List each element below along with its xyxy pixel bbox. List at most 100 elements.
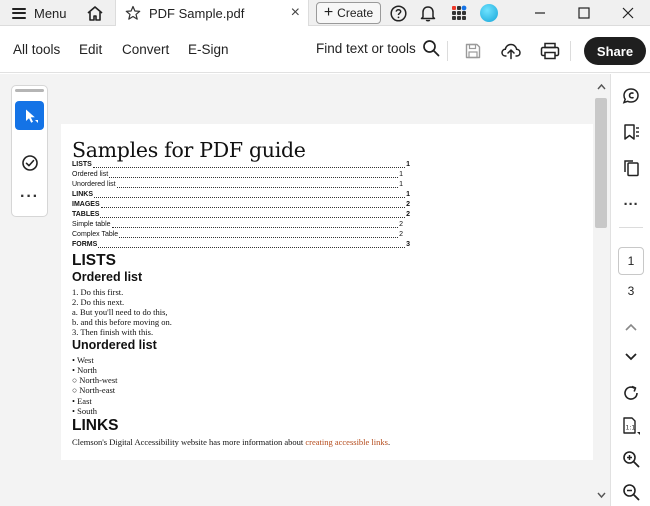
unordered-list-heading: Unordered list bbox=[72, 338, 157, 352]
toc-page: 1 bbox=[406, 191, 410, 198]
list-item: 2. Do this next. bbox=[72, 297, 125, 307]
toc-label: Complex Table bbox=[72, 231, 119, 238]
find-text-search[interactable]: Find text or tools bbox=[316, 39, 440, 57]
rotate-button[interactable] bbox=[620, 382, 642, 404]
rotate-icon bbox=[624, 385, 638, 400]
list-item: a. But you'll need to do this, bbox=[72, 307, 168, 317]
toc-page: 1 bbox=[399, 171, 403, 178]
more-options-button[interactable]: ··· bbox=[620, 193, 642, 215]
upload-cloud-button[interactable] bbox=[500, 40, 522, 62]
lists-heading: LISTS bbox=[72, 252, 116, 269]
toc-page: 2 bbox=[406, 211, 410, 218]
bell-icon bbox=[420, 6, 436, 22]
select-tool-button[interactable] bbox=[15, 101, 44, 130]
list-item: • West bbox=[72, 355, 94, 365]
toc-entry[interactable]: TABLES 2 bbox=[72, 210, 410, 219]
maximize-button[interactable] bbox=[564, 0, 604, 26]
apps-button[interactable] bbox=[450, 0, 468, 26]
vertical-scrollbar[interactable] bbox=[593, 74, 609, 506]
toc-entry[interactable]: LINKS 1 bbox=[72, 190, 410, 199]
rail-divider bbox=[619, 227, 643, 228]
toc-entry[interactable]: Unordered list 1 bbox=[72, 180, 403, 189]
toc-entry[interactable]: LISTS 1 bbox=[72, 160, 410, 169]
search-icon bbox=[422, 40, 440, 57]
toc-leader bbox=[100, 217, 406, 218]
toc-label: Ordered list bbox=[72, 171, 109, 178]
scroll-down-arrow-icon[interactable] bbox=[597, 492, 606, 499]
toc-page: 2 bbox=[399, 221, 403, 228]
esign-link[interactable]: E-Sign bbox=[188, 42, 229, 57]
avatar bbox=[480, 4, 498, 22]
comment-button[interactable] bbox=[620, 85, 642, 107]
print-button[interactable] bbox=[539, 40, 561, 62]
chevron-up-icon bbox=[625, 323, 637, 331]
scroll-up-arrow-icon[interactable] bbox=[597, 83, 606, 90]
toc-label: IMAGES bbox=[72, 201, 100, 208]
toc-label: Unordered list bbox=[72, 181, 116, 188]
toc-leader bbox=[111, 227, 399, 228]
toc-label: LISTS bbox=[72, 161, 92, 168]
toc-entry[interactable]: Simple table 2 bbox=[72, 220, 403, 229]
toc-leader bbox=[94, 197, 406, 198]
list-item: b. and this before moving on. bbox=[72, 317, 172, 327]
apps-icon bbox=[452, 5, 467, 20]
toolbar-divider bbox=[570, 41, 571, 61]
all-tools-link[interactable]: All tools bbox=[13, 42, 60, 57]
convert-link[interactable]: Convert bbox=[122, 42, 169, 57]
previous-page-button[interactable] bbox=[620, 316, 642, 338]
home-button[interactable] bbox=[84, 0, 106, 26]
organize-pages-button[interactable] bbox=[620, 157, 642, 179]
minimize-button[interactable] bbox=[520, 0, 560, 26]
close-icon bbox=[622, 7, 634, 19]
list-item: • South bbox=[72, 406, 97, 416]
hamburger-icon bbox=[12, 7, 26, 19]
checkmark-icon bbox=[21, 154, 38, 171]
toc-leader bbox=[100, 207, 406, 208]
fit-page-icon: 1:1 bbox=[623, 417, 640, 435]
fill-sign-button[interactable] bbox=[15, 148, 44, 177]
accessible-links-link[interactable]: creating accessible links bbox=[305, 437, 388, 447]
create-label: Create bbox=[337, 6, 374, 20]
toc-entry[interactable]: IMAGES 2 bbox=[72, 200, 410, 209]
toc-label: Simple table bbox=[72, 221, 111, 228]
zoom-in-icon bbox=[623, 451, 640, 468]
profile-button[interactable] bbox=[479, 0, 499, 26]
zoom-out-button[interactable] bbox=[620, 481, 642, 503]
list-item: ○ North-west bbox=[72, 375, 118, 385]
close-window-button[interactable] bbox=[608, 0, 648, 26]
toc-page: 1 bbox=[406, 161, 410, 168]
notifications-button[interactable] bbox=[418, 0, 438, 26]
tab-close-button[interactable]: × bbox=[291, 4, 300, 22]
star-icon[interactable] bbox=[125, 5, 141, 21]
quick-tools-panel: ··· bbox=[11, 85, 48, 217]
print-icon bbox=[540, 42, 560, 60]
toc-entry[interactable]: Complex Table 2 bbox=[72, 230, 403, 239]
create-button[interactable]: + Create bbox=[316, 2, 381, 24]
help-button[interactable] bbox=[389, 0, 407, 26]
save-button[interactable] bbox=[462, 40, 484, 62]
menu-button[interactable]: Menu bbox=[12, 0, 67, 26]
more-tools-button[interactable]: ··· bbox=[15, 186, 44, 208]
current-page-input[interactable]: 1 bbox=[618, 247, 644, 275]
save-icon bbox=[465, 43, 481, 59]
document-tab[interactable]: PDF Sample.pdf × bbox=[115, 0, 309, 26]
toc-entry[interactable]: FORMS 3 bbox=[72, 240, 410, 249]
scrollbar-thumb[interactable] bbox=[595, 98, 607, 228]
bookmarks-button[interactable] bbox=[620, 121, 642, 143]
svg-text:1:1: 1:1 bbox=[626, 425, 636, 432]
next-page-button[interactable] bbox=[620, 346, 642, 368]
share-button[interactable]: Share bbox=[584, 37, 646, 65]
links-text: Clemson's Digital Accessibility website … bbox=[72, 437, 306, 447]
links-paragraph: Clemson's Digital Accessibility website … bbox=[72, 437, 390, 447]
edit-link[interactable]: Edit bbox=[79, 42, 102, 57]
panel-drag-handle[interactable] bbox=[15, 89, 44, 92]
help-icon bbox=[389, 4, 407, 22]
copy-pages-icon bbox=[624, 160, 639, 177]
maximize-icon bbox=[578, 7, 590, 19]
zoom-in-button[interactable] bbox=[620, 448, 642, 470]
tab-title: PDF Sample.pdf bbox=[149, 5, 245, 21]
document-viewer[interactable]: ··· Samples for PDF guide LISTS 1 Ordered… bbox=[0, 74, 610, 506]
fit-page-button[interactable]: 1:1 bbox=[620, 415, 642, 437]
toc-entry[interactable]: Ordered list 1 bbox=[72, 170, 403, 179]
minimize-icon bbox=[535, 12, 545, 14]
